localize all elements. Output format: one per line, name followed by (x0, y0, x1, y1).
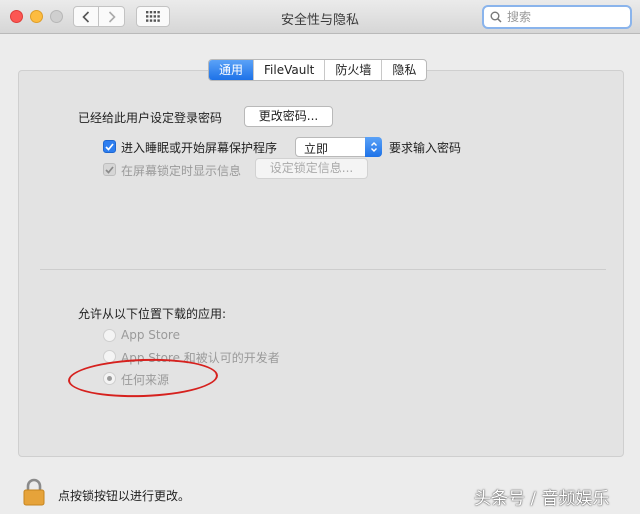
tab-general[interactable]: 通用 (209, 60, 254, 80)
checkmark-icon (105, 142, 114, 151)
tab-filevault[interactable]: FileVault (253, 60, 324, 80)
require-delay-select[interactable]: 立即 (295, 137, 382, 157)
downloads-heading: 允许从以下位置下载的应用: (78, 307, 227, 321)
search-icon (490, 11, 502, 23)
general-panel (18, 70, 624, 457)
tab-privacy[interactable]: 隐私 (381, 60, 426, 80)
lock-icon[interactable] (22, 478, 46, 506)
search-field[interactable] (482, 5, 632, 29)
radio-app-store[interactable] (103, 329, 116, 342)
password-set-label: 已经给此用户设定登录密码 (78, 111, 223, 125)
show-message-label: 在屏幕锁定时显示信息 (121, 164, 242, 178)
title-bar: 安全性与隐私 (0, 0, 640, 34)
change-password-button[interactable]: 更改密码... (244, 106, 333, 127)
search-input[interactable] (507, 10, 617, 24)
tab-firewall[interactable]: 防火墙 (324, 60, 381, 80)
select-arrows-icon (365, 137, 382, 157)
tab-bar: 通用 FileVault 防火墙 隐私 (208, 59, 428, 81)
watermark-text: 头条号 / 音频娱乐 (474, 489, 610, 509)
require-password-checkbox[interactable] (103, 140, 116, 153)
require-password-suffix: 要求输入密码 (389, 141, 462, 155)
require-delay-value: 立即 (304, 142, 329, 156)
show-message-checkbox[interactable] (103, 163, 116, 176)
section-divider (40, 269, 606, 270)
set-lock-message-button[interactable]: 设定锁定信息... (255, 158, 368, 179)
lock-hint-text: 点按锁按钮以进行更改。 (58, 489, 191, 503)
checkmark-icon (105, 165, 114, 174)
require-password-label: 进入睡眠或开始屏幕保护程序 (121, 141, 278, 155)
radio-app-store-label: App Store (121, 328, 180, 342)
